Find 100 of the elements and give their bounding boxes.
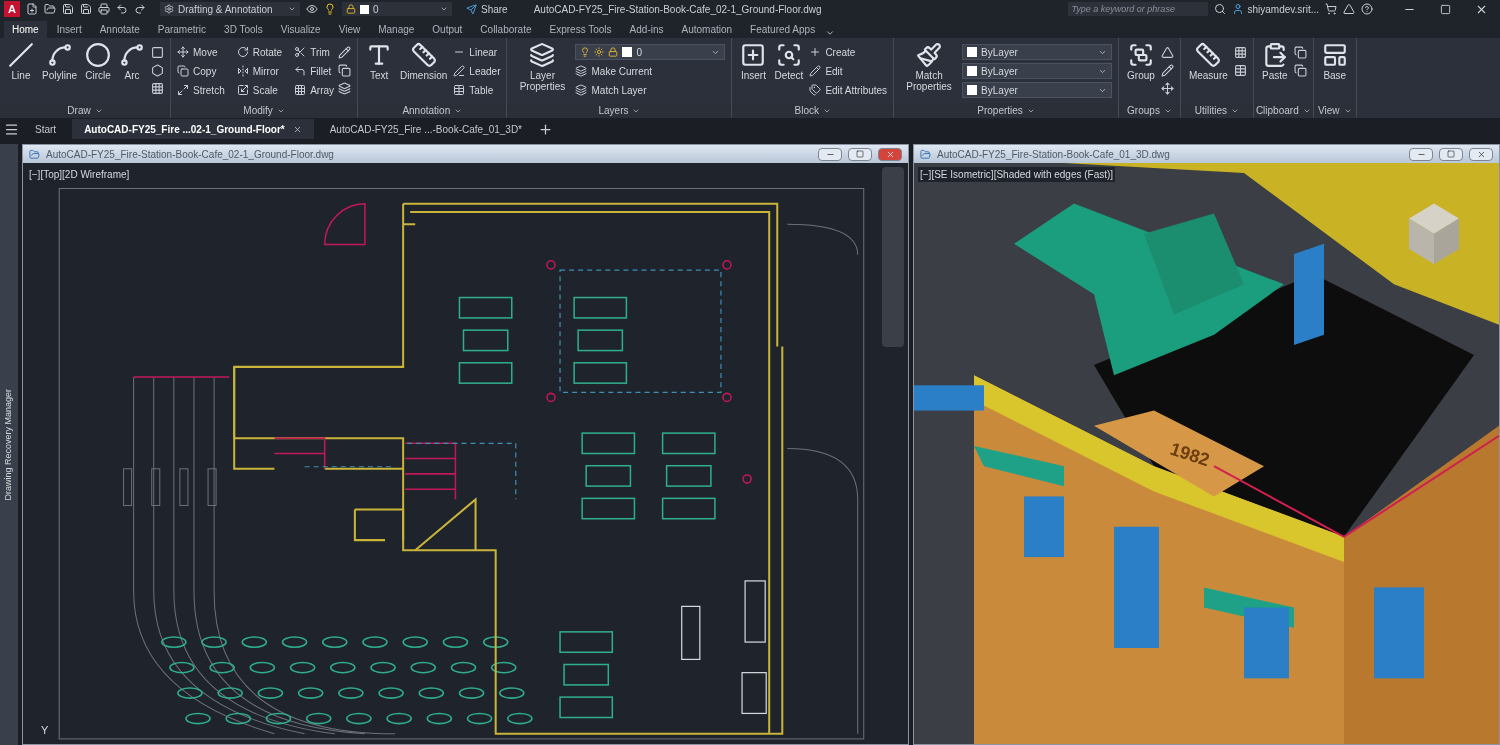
ribbon-tab[interactable]: Output bbox=[424, 21, 471, 38]
undo-icon[interactable] bbox=[116, 3, 128, 15]
ribbon-small-button[interactable]: Trim bbox=[294, 44, 335, 60]
ribbon-options-icon[interactable] bbox=[825, 28, 836, 38]
dropdown-field[interactable]: 0 bbox=[575, 44, 726, 60]
ribbon-small-button[interactable]: Scale bbox=[236, 82, 283, 98]
ribbon-tab[interactable]: Automation bbox=[673, 21, 741, 38]
minimize-button[interactable] bbox=[818, 147, 842, 161]
ribbon-small-button[interactable]: Array bbox=[294, 82, 335, 98]
ribbon-large-button[interactable]: Dimension bbox=[398, 42, 450, 103]
cart-icon[interactable] bbox=[1325, 3, 1337, 15]
side-palette[interactable]: Drawing Recovery Manager bbox=[0, 144, 18, 745]
ribbon-small-button[interactable]: Stretch bbox=[177, 82, 225, 98]
ribbon-large-button[interactable]: Insert bbox=[738, 42, 769, 103]
palette-title: Drawing Recovery Manager bbox=[2, 388, 15, 501]
ribbon-small-button[interactable]: Mirror bbox=[236, 63, 283, 79]
layer-dropdown[interactable]: 0 bbox=[342, 2, 452, 16]
workspace-dropdown[interactable]: Drafting & Annotation bbox=[160, 2, 300, 16]
send-icon bbox=[466, 3, 477, 15]
ribbon-tab[interactable]: Add-ins bbox=[621, 21, 672, 38]
ribbon-tab[interactable]: Express Tools bbox=[541, 21, 620, 38]
ribbon-large-button[interactable]: Line bbox=[6, 42, 36, 103]
dropdown-field[interactable]: ByLayer bbox=[962, 82, 1113, 98]
visibility-icon[interactable] bbox=[306, 3, 318, 15]
bulb-icon[interactable] bbox=[324, 3, 336, 15]
new-tab-icon[interactable] bbox=[538, 121, 553, 137]
ribbon-large-button[interactable]: Circle bbox=[83, 42, 114, 103]
insert-icon bbox=[740, 42, 767, 68]
ribbon-small-button[interactable]: Match Layer bbox=[575, 82, 726, 98]
ribbon-tab[interactable]: Insert bbox=[48, 21, 90, 38]
ribbon-large-button[interactable]: Polyline bbox=[40, 42, 80, 103]
ribbon-tab[interactable]: Annotate bbox=[91, 21, 148, 38]
ribbon-tab[interactable]: Parametric bbox=[149, 21, 215, 38]
ribbon-large-button[interactable]: Detect bbox=[772, 42, 806, 103]
stack-icon[interactable] bbox=[338, 82, 352, 95]
ribbon-tab[interactable]: Collaborate bbox=[472, 21, 540, 38]
file-tab[interactable]: AutoCAD-FY25_Fire ...02-1_Ground-Floor* bbox=[72, 119, 314, 139]
ribbon-small-button[interactable]: Linear bbox=[453, 44, 501, 60]
user-menu[interactable]: shiyamdev.srit... bbox=[1231, 1, 1319, 17]
restore-button[interactable] bbox=[1439, 147, 1463, 161]
save-icon[interactable] bbox=[62, 3, 74, 15]
new-file-icon[interactable] bbox=[26, 3, 38, 15]
ribbon-small-button[interactable]: Move bbox=[177, 44, 225, 60]
maximize-icon[interactable] bbox=[1440, 3, 1451, 15]
ribbon-small-button[interactable]: Rotate bbox=[236, 44, 283, 60]
ribbon-small-button[interactable]: Leader bbox=[453, 63, 501, 79]
ribbon-small-button[interactable]: Create bbox=[809, 44, 888, 60]
minimize-button[interactable] bbox=[1409, 147, 1433, 161]
ribbon-large-button[interactable]: Match Properties bbox=[900, 42, 959, 103]
copy-clip-icon[interactable] bbox=[1293, 46, 1307, 59]
arc-icon bbox=[119, 42, 146, 68]
ribbon-small-button[interactable]: Make Current bbox=[575, 63, 726, 79]
app-logo[interactable]: A bbox=[4, 1, 20, 17]
layers-icon bbox=[529, 42, 556, 68]
ribbon-small-button[interactable]: Edit Attributes bbox=[809, 82, 888, 98]
file-tab[interactable]: Start bbox=[23, 119, 69, 139]
search-field[interactable]: Type a keyword or phrase bbox=[1067, 2, 1208, 16]
polyline-icon bbox=[46, 42, 73, 68]
redo-icon[interactable] bbox=[134, 3, 146, 15]
close-button[interactable] bbox=[1469, 147, 1493, 161]
print-icon[interactable] bbox=[98, 3, 110, 15]
copy-icon[interactable] bbox=[338, 64, 352, 77]
ribbon-tab[interactable]: 3D Tools bbox=[216, 21, 271, 38]
close-button[interactable] bbox=[878, 147, 902, 161]
polygon-icon[interactable] bbox=[151, 64, 165, 77]
hatch-icon[interactable] bbox=[151, 82, 165, 95]
copy-icon bbox=[177, 65, 190, 77]
ribbon-large-button[interactable]: Group bbox=[1125, 42, 1157, 103]
copy-icon[interactable] bbox=[1293, 64, 1307, 77]
ribbon-large-button[interactable]: Paste bbox=[1259, 42, 1290, 103]
viewport-label[interactable]: [−][Top][2D Wireframe] bbox=[27, 167, 132, 182]
ribbon-large-button[interactable]: Layer Properties bbox=[513, 42, 572, 103]
rectangle-icon[interactable] bbox=[151, 46, 165, 59]
restore-button[interactable] bbox=[848, 147, 872, 161]
color-swatch bbox=[967, 47, 978, 57]
window-title: AutoCAD-FY25_Fire-Station-Book-Cafe_02-1_Ground-Floor.dwg bbox=[46, 147, 335, 162]
viewport-label[interactable]: [−][SE Isometric][Shaded with edges (Fast)] bbox=[918, 167, 1116, 182]
ribbon-large-button[interactable]: Arc bbox=[117, 42, 148, 103]
ribbon-small-button[interactable]: Copy bbox=[177, 63, 225, 79]
ribbon-tab[interactable]: Manage bbox=[370, 21, 423, 38]
ribbon-tab[interactable]: Featured Apps bbox=[742, 21, 824, 38]
ribbon-large-button[interactable]: Text bbox=[364, 42, 395, 103]
file-tab[interactable]: AutoCAD-FY25_Fire ...-Book-Cafe_01_3D* bbox=[317, 119, 534, 139]
ribbon-tab[interactable]: Visualize bbox=[272, 21, 329, 38]
ribbon-tab[interactable]: View bbox=[330, 21, 369, 38]
help-icon[interactable] bbox=[1361, 3, 1373, 15]
ribbon-small-button[interactable]: Table bbox=[453, 82, 501, 98]
ribbon-large-button[interactable]: Base bbox=[1319, 42, 1350, 103]
panel-title[interactable]: Clipboard bbox=[1253, 103, 1313, 118]
dropdown-field[interactable]: ByLayer bbox=[962, 44, 1113, 60]
ribbon-small-button[interactable]: Fillet bbox=[294, 63, 335, 79]
pencil-icon[interactable] bbox=[338, 46, 352, 59]
ribbon-large-button[interactable]: Measure bbox=[1186, 42, 1230, 103]
menu-icon[interactable] bbox=[4, 121, 19, 137]
search-icon[interactable] bbox=[1213, 3, 1226, 15]
ribbon-tab[interactable]: Home bbox=[4, 21, 47, 38]
ribbon-small-button[interactable]: Edit bbox=[809, 63, 888, 79]
dropdown-field[interactable]: ByLayer bbox=[962, 63, 1113, 79]
open-folder-icon[interactable] bbox=[44, 3, 56, 15]
share-button[interactable]: Share bbox=[466, 1, 508, 17]
